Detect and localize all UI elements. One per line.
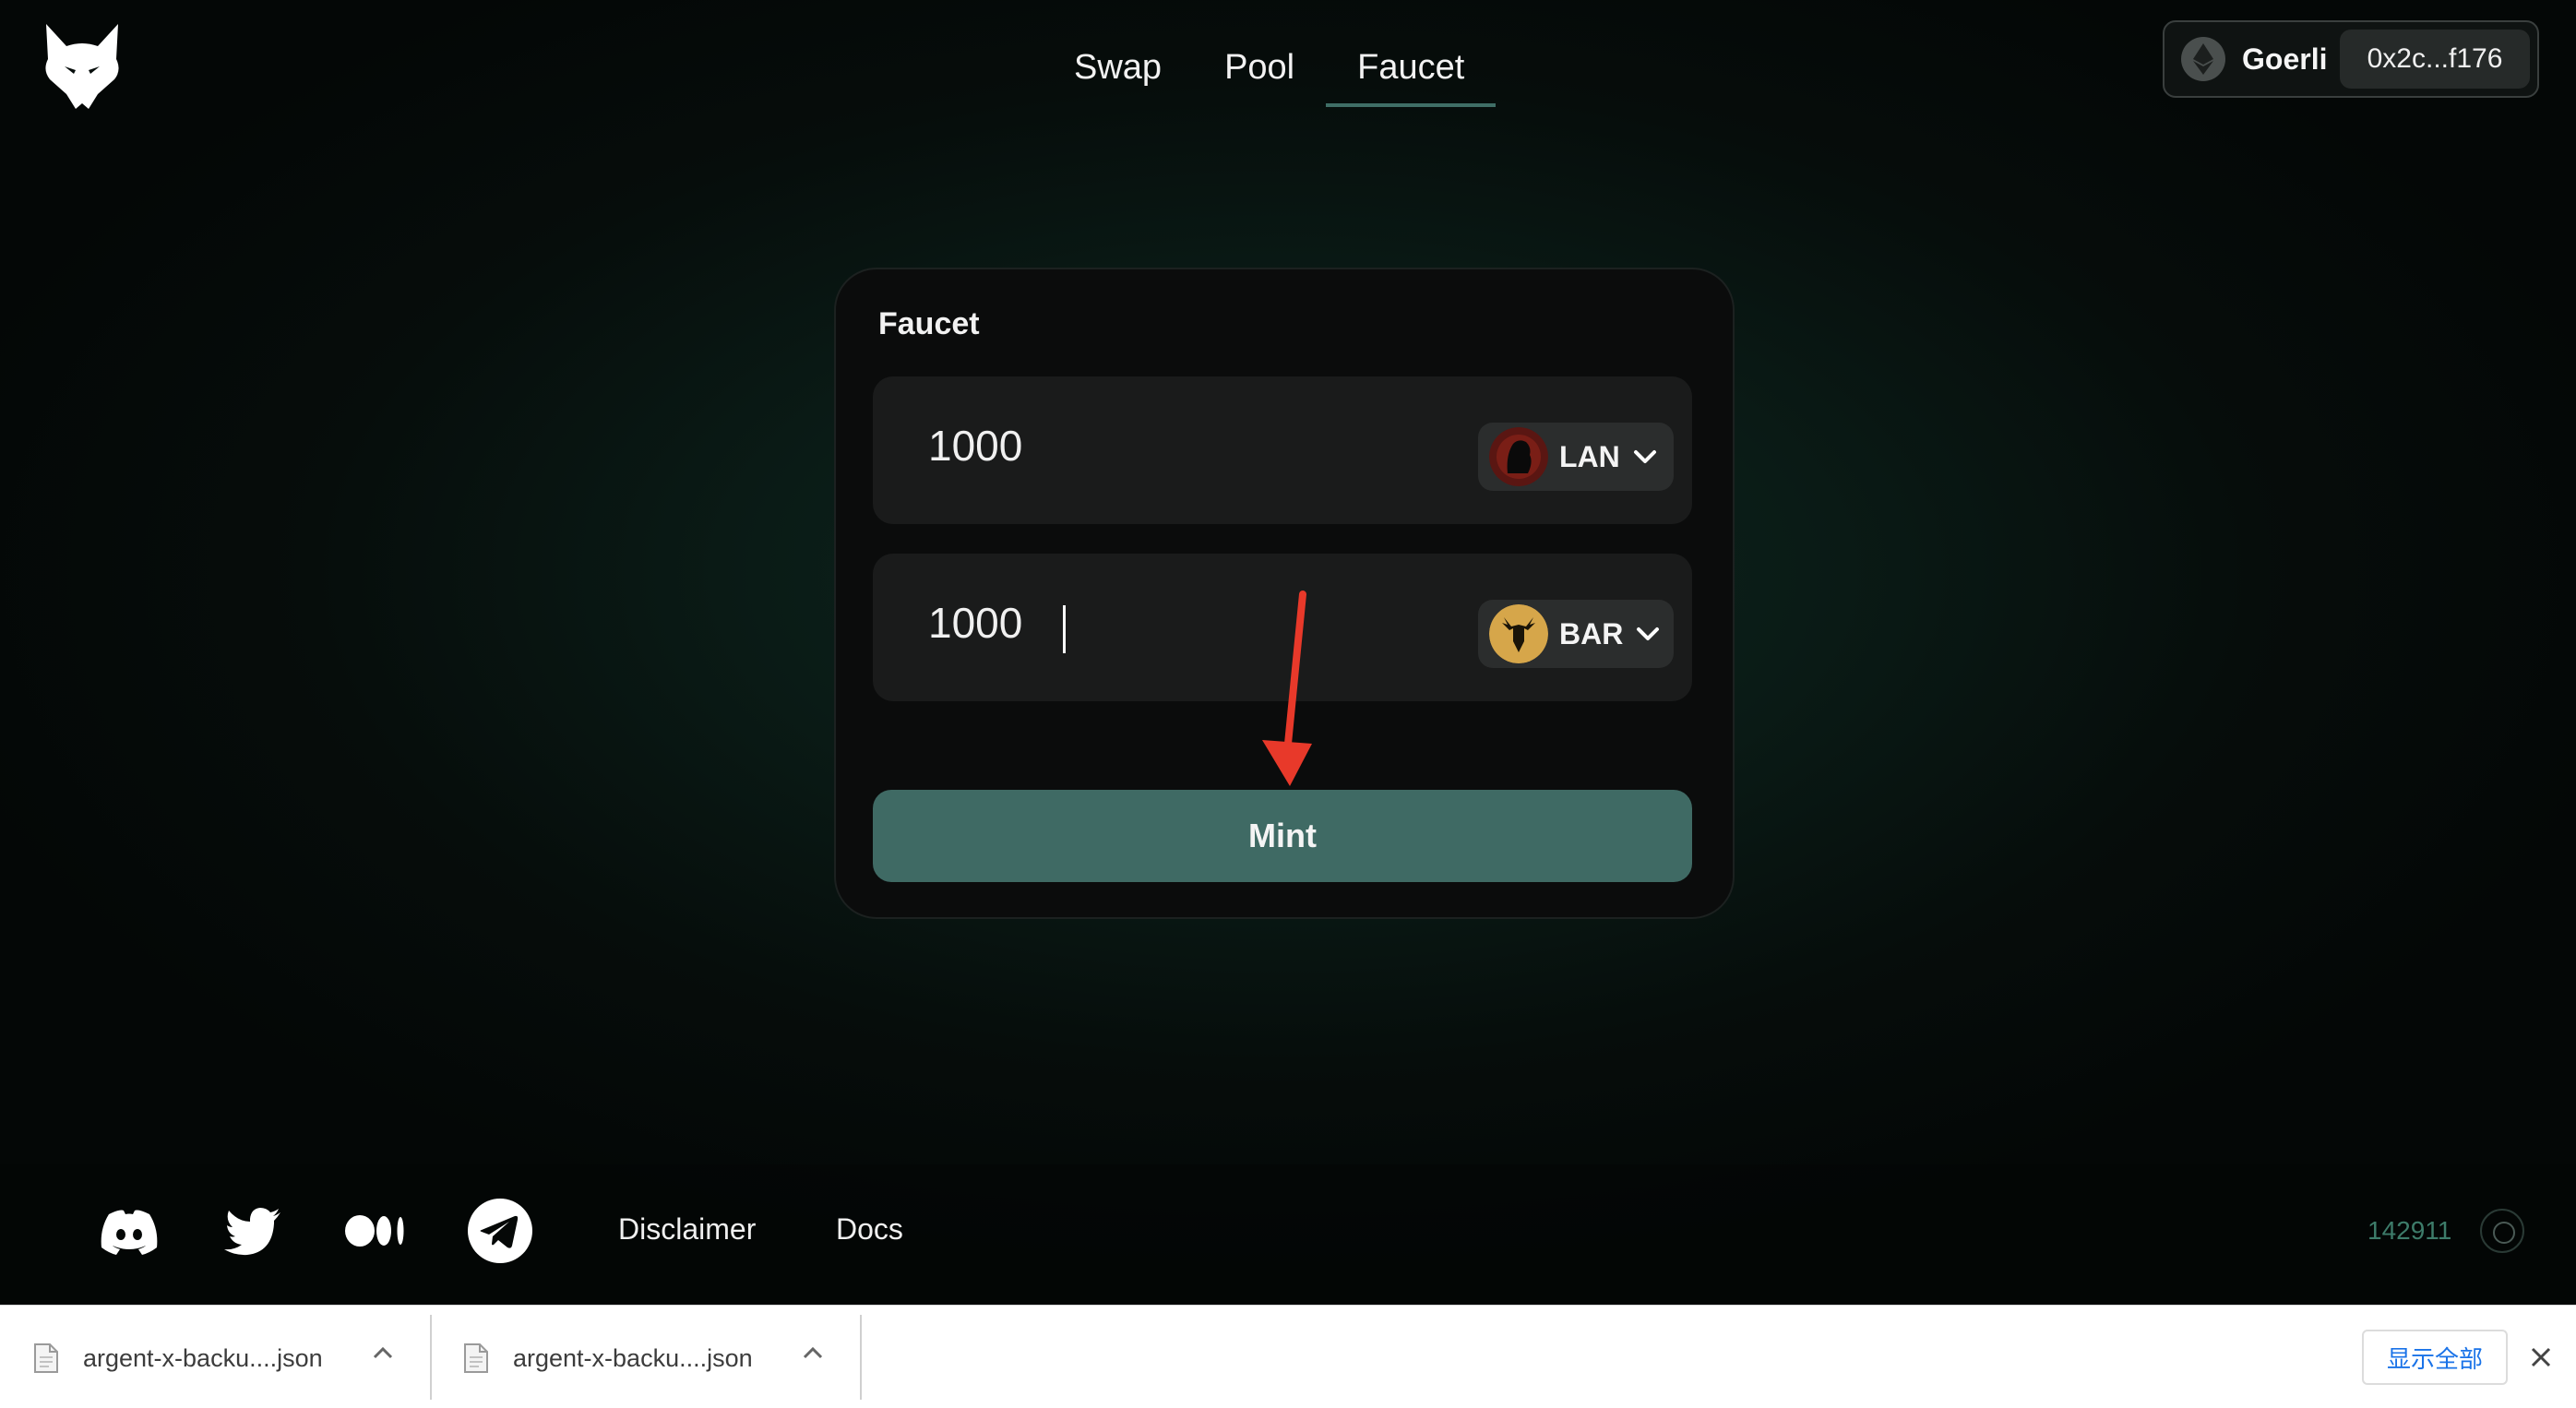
- lynx-logo-icon[interactable]: [41, 22, 124, 111]
- token-select-lan[interactable]: LAN: [1478, 423, 1674, 491]
- chevron-up-icon[interactable]: [803, 1346, 823, 1359]
- block-status-icon: [2480, 1209, 2524, 1253]
- main-nav: Swap Pool Faucet: [1043, 41, 1497, 107]
- nav-faucet[interactable]: Faucet: [1326, 41, 1497, 107]
- faucet-card: Faucet LAN: [834, 268, 1735, 919]
- file-icon: [34, 1343, 58, 1373]
- telegram-icon[interactable]: [467, 1198, 533, 1264]
- download-filename: argent-x-backu....json: [83, 1344, 323, 1372]
- divider: [860, 1315, 862, 1400]
- footer: Disclaimer Docs 142911: [0, 1164, 2576, 1305]
- token-select-bar[interactable]: BAR: [1478, 600, 1674, 668]
- app-root: Swap Pool Faucet Goerli 0x2c...f176 Fauc…: [0, 0, 2576, 1305]
- download-bar: argent-x-backu....json argent-x-backu...…: [0, 1305, 2576, 1408]
- network-label[interactable]: Goerli: [2242, 42, 2327, 77]
- mint-button[interactable]: Mint: [873, 790, 1692, 882]
- twitter-icon[interactable]: [220, 1198, 286, 1264]
- chevron-down-icon: [1633, 450, 1656, 463]
- wallet-address-button[interactable]: 0x2c...f176: [2340, 30, 2530, 89]
- chevron-up-icon[interactable]: [373, 1346, 393, 1359]
- token-symbol-bar: BAR: [1559, 616, 1624, 650]
- token-symbol-lan: LAN: [1559, 439, 1620, 473]
- bar-token-icon: [1489, 604, 1548, 663]
- lan-token-icon: [1489, 427, 1548, 486]
- card-title: Faucet: [878, 306, 980, 341]
- chevron-down-icon: [1637, 627, 1660, 640]
- medium-icon[interactable]: [343, 1198, 410, 1264]
- disclaimer-link[interactable]: Disclaimer: [618, 1212, 756, 1247]
- close-icon[interactable]: [2530, 1346, 2552, 1368]
- show-all-button[interactable]: 显示全部: [2362, 1330, 2508, 1385]
- ethereum-icon: [2181, 37, 2225, 81]
- file-icon: [464, 1343, 488, 1373]
- download-filename: argent-x-backu....json: [513, 1344, 753, 1372]
- amount-input-bar[interactable]: [928, 598, 1445, 648]
- block-number: 142911: [2367, 1216, 2452, 1245]
- download-item[interactable]: argent-x-backu....json: [0, 1306, 430, 1408]
- nav-swap[interactable]: Swap: [1043, 41, 1193, 107]
- discord-icon[interactable]: [96, 1198, 162, 1264]
- token-input-lan: LAN: [873, 376, 1692, 524]
- docs-link[interactable]: Docs: [836, 1212, 903, 1247]
- wallet-widget[interactable]: Goerli 0x2c...f176: [2163, 20, 2539, 98]
- text-caret: [1063, 605, 1066, 653]
- nav-pool[interactable]: Pool: [1193, 41, 1326, 107]
- download-item[interactable]: argent-x-backu....json: [430, 1306, 860, 1408]
- amount-input-lan[interactable]: [928, 421, 1445, 471]
- token-input-bar: BAR: [873, 554, 1692, 701]
